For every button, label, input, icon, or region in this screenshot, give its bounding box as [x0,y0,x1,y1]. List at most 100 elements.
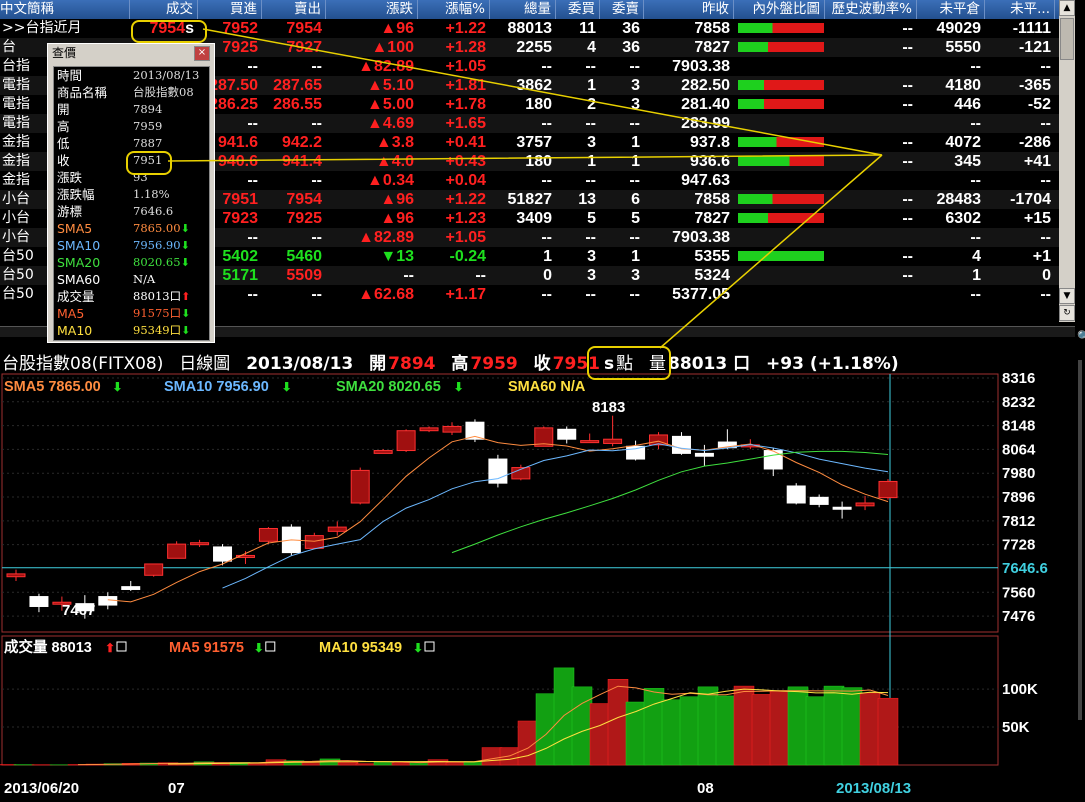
candle-body [763,450,783,470]
volume-bar [751,694,773,766]
cell-ask: -- [311,172,322,189]
volume-bar [607,679,629,766]
y-tick-label: 7476 [1002,608,1035,625]
quote-scrollbar[interactable]: ▲ ▼ ↻ [1059,0,1075,322]
right-edge-strip: 🔍 [1075,0,1085,802]
candle-body [190,542,210,546]
candle-body [419,427,439,432]
y-tick-label: 8148 [1002,418,1035,435]
price-chart[interactable]: 8316 8232 8148 8064 7980 7896 7812 7728 7560 7476… [0,372,1075,802]
cell-ask: -- [311,115,322,132]
column-header[interactable]: 內外盤比圖 [734,0,825,19]
cell-oi: 446 [954,96,981,113]
x-axis-cursor-label: 2013/08/13 [836,780,911,797]
candle-body [396,430,416,452]
cell-ask: 7927 [286,39,322,56]
cell-bq: 4 [587,39,596,56]
popup-value: 7887 [133,136,163,150]
cell-chg: ▲82.89 [358,58,414,75]
cell-ask: 942.2 [281,134,322,151]
popup-value: 7646.6 [133,204,174,218]
arrow-up-icon: ⬆ [181,290,191,303]
scroll-up-button[interactable]: ▲ [1059,0,1075,16]
cell-chg: ▲0.34 [367,172,414,189]
candle-body [213,546,233,562]
volume-bar [337,762,359,766]
column-header[interactable]: 總量 [490,0,556,19]
cell-ask: 941.4 [281,153,322,170]
cell-ask: -- [311,286,322,303]
arrow-down-icon: ⬇ [180,222,190,235]
cell-vol: -- [541,58,552,75]
column-header[interactable]: 未平... [985,0,1055,19]
cell-prev: 5324 [694,267,730,284]
arrow-down-icon: ⬇ [282,380,292,394]
cell-aq: 6 [631,191,640,208]
cell-name: >>台指近月 [2,20,82,36]
cell-pct: -0.24 [449,248,486,265]
cell-hv [825,285,917,304]
cell-vol: 3862 [516,77,552,94]
cell-hv: -- [902,77,913,94]
popup-key: MA5 [57,306,85,321]
candle-body [304,535,324,549]
quote-table-header: 中文簡稱 成交 買進 賣出 漲跌 漲幅% 總量 委買 委賣 昨收 內外盤比圖 歷史波動率% 未平倉 未平.… [0,0,1059,19]
popup-value: 8020.65 [133,255,181,269]
column-header[interactable]: 昨收 [644,0,734,19]
zoom-icon[interactable]: 🔍 [1077,330,1085,343]
popup-value: 7959 [133,119,163,133]
column-header[interactable]: 賣出 [262,0,326,19]
unit-box-icon [116,641,127,652]
change-value: +93 (+1.18%) [766,354,899,374]
cell-bq: -- [585,286,596,303]
scroll-thumb[interactable] [1060,18,1074,60]
cell-bq: 1 [587,77,596,94]
cell-chg: ▲5.10 [367,77,414,94]
column-header[interactable]: 成交 [130,0,198,19]
cell-bar [734,285,825,304]
chart-scrollbar[interactable] [1078,360,1082,720]
cell-prev: 7903.38 [672,229,730,246]
cell-aq: 3 [631,96,640,113]
column-header[interactable]: 買進 [198,0,262,19]
column-header[interactable]: 漲幅% [418,0,490,19]
cell-oic: -- [1040,58,1051,75]
cell-vol: 180 [525,153,552,170]
cell-oi: 4 [972,248,981,265]
cell-ask: 7954 [286,191,322,208]
popup-titlebar[interactable]: 查價 × [48,44,214,62]
inout-ratio-bar [738,99,824,109]
column-header[interactable]: 歷史波動率% [825,0,917,19]
column-header[interactable]: 未平倉 [917,0,985,19]
cell-prev: 5377.05 [672,286,730,303]
sma-legend-3: SMA60 N/A [508,379,586,395]
cell-prev: 5355 [694,248,730,265]
inout-ratio-bar [738,23,824,33]
column-header[interactable]: 委賣 [600,0,644,19]
cell-oi: -- [970,58,981,75]
y-tick-label: 7896 [1002,489,1035,506]
open-value: 7894 [388,354,436,374]
cell-chg: ▲96 [380,210,414,227]
cell-vol: 3409 [516,210,552,227]
volume-bar [553,667,575,766]
column-header[interactable]: 委買 [556,0,600,19]
column-header[interactable]: 漲跌 [326,0,418,19]
x-axis-label: 2013/06/20 [4,780,79,797]
popup-key: SMA60 [57,272,101,287]
cell-bar [734,228,825,247]
popup-value: 7956.90 [133,238,181,252]
cell-ask: 286.55 [273,96,322,113]
cell-pct: -- [475,267,486,284]
volume-bar [373,761,395,766]
scroll-down-button[interactable]: ▼ [1059,288,1075,304]
cell-prev: 7903.38 [672,58,730,75]
close-icon[interactable]: × [194,46,210,61]
cell-oic: -1111 [1012,20,1051,37]
quote-popup[interactable]: 查價 × 時間 2013/08/13 商品名稱 台股指數08 開 7894 高 7959 低 78… [47,43,215,343]
cell-bar [734,209,825,228]
refresh-icon[interactable]: ↻ [1059,305,1075,321]
candle-body [626,445,646,460]
column-header[interactable]: 中文簡稱 [0,0,130,19]
unit-box-icon [424,641,435,652]
